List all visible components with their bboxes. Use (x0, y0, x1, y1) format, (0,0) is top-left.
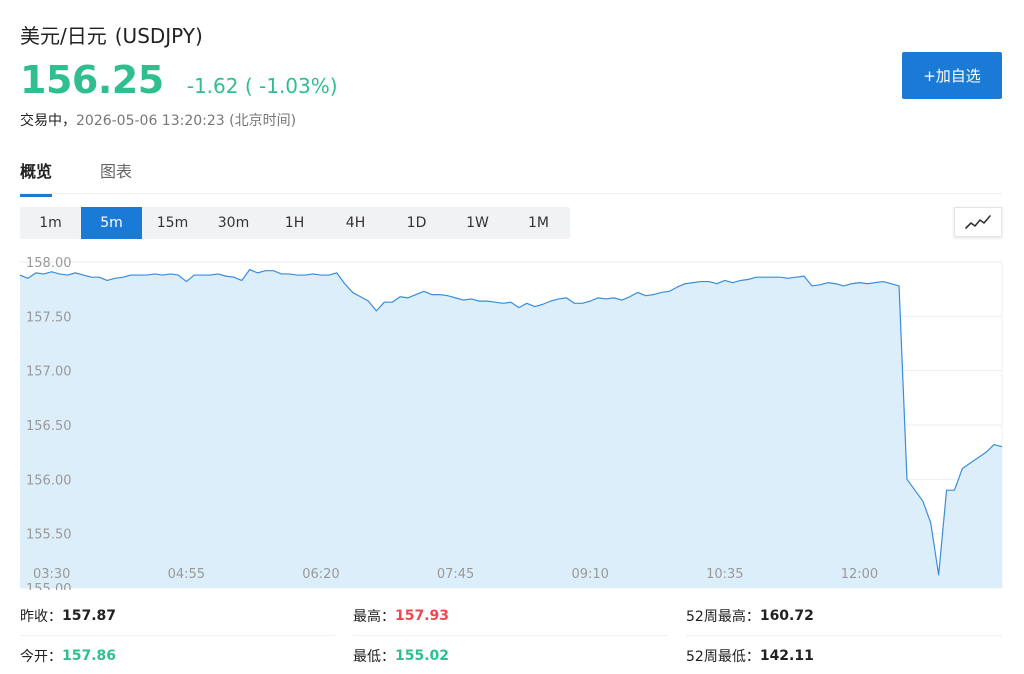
stat-value: 160.72 (759, 607, 814, 624)
line-chart-icon (965, 215, 991, 229)
stats-row: 昨收： 157.87 最高： 157.93 52周最高： 160.72 (20, 596, 1002, 636)
stat-value: 142.11 (759, 648, 814, 664)
x-tick-label: 09:10 (571, 567, 608, 582)
range-button-1w[interactable]: 1W (447, 207, 508, 239)
x-tick-label: 12:00 (841, 567, 878, 582)
x-tick-label: 13:2 (1002, 567, 1024, 582)
range-button-1m[interactable]: 1M (508, 207, 569, 239)
trading-status: 交易中，2026-05-06 13:20:23 (北京时间) (20, 110, 296, 130)
range-button-30m[interactable]: 30m (203, 207, 264, 239)
stat-value: 157.86 (62, 648, 117, 664)
range-button-1m[interactable]: 1m (20, 207, 81, 239)
time-range-selector: 1m 5m 15m 30m 1H 4H 1D 1W 1M (20, 207, 570, 239)
x-tick-label: 06:20 (302, 567, 339, 582)
stat-item: 最低： 155.02 (353, 636, 668, 674)
tab-chart[interactable]: 图表 (100, 158, 132, 194)
stat-label: 52周最高： (686, 608, 760, 625)
instrument-symbol: (USDJPY) (114, 24, 203, 48)
y-tick-label: 158.00 (26, 256, 72, 271)
stat-label: 昨收： (20, 608, 62, 625)
range-button-5m[interactable]: 5m (81, 207, 142, 239)
y-tick-label: 155.00 (26, 582, 72, 590)
status-timestamp: 2026-05-06 13:20:23 (北京时间) (76, 113, 297, 129)
range-button-1d[interactable]: 1D (386, 207, 447, 239)
stat-label: 52周最低： (686, 649, 760, 665)
stat-value: 157.93 (395, 607, 450, 624)
x-tick-label: 03:30 (33, 567, 70, 582)
y-tick-label: 157.50 (26, 310, 72, 325)
instrument-title: 美元/日元 (USDJPY) (20, 20, 203, 49)
x-tick-label: 04:55 (168, 567, 205, 582)
stats-panel: 昨收： 157.87 最高： 157.93 52周最高： 160.72 今开： 157.86 最… (20, 596, 1002, 674)
stat-item: 今开： 157.86 (20, 636, 335, 674)
status-label: 交易中， (20, 113, 76, 129)
stat-value: 155.02 (395, 648, 450, 664)
stat-value: 157.87 (62, 607, 117, 624)
range-button-4h[interactable]: 4H (325, 207, 386, 239)
y-tick-label: 156.50 (26, 419, 72, 434)
stat-item: 最高： 157.93 (353, 596, 668, 636)
stat-item: 52周最低： 142.11 (686, 636, 1002, 674)
current-price: 156.25 (20, 58, 164, 102)
x-tick-label: 07:45 (437, 567, 474, 582)
y-tick-label: 156.00 (26, 473, 72, 488)
stat-item: 昨收： 157.87 (20, 596, 335, 636)
price-chart[interactable]: 158.00 157.50 157.00 156.50 156.00 155.50 155.… (0, 250, 1024, 590)
tab-bar: 概览 图表 (20, 150, 1002, 197)
chart-type-button[interactable] (954, 207, 1002, 237)
range-button-15m[interactable]: 15m (142, 207, 203, 239)
stat-item: 52周最高： 160.72 (686, 596, 1002, 636)
y-tick-label: 155.50 (26, 528, 72, 543)
stat-label: 今开： (20, 649, 62, 665)
stats-row: 今开： 157.86 最低： 155.02 52周最低： 142.11 (20, 636, 1002, 674)
tab-overview[interactable]: 概览 (20, 158, 53, 197)
instrument-name: 美元/日元 (20, 24, 107, 48)
y-tick-label: 157.00 (26, 365, 72, 380)
add-to-watchlist-button[interactable]: +加自选 (902, 52, 1002, 99)
stat-label: 最低： (353, 649, 395, 665)
stat-label: 最高： (353, 608, 395, 625)
x-tick-label: 10:35 (706, 567, 743, 582)
price-change: -1.62 ( -1.03%) (186, 74, 338, 98)
range-button-1h[interactable]: 1H (264, 207, 325, 239)
price-row: 156.25 -1.62 ( -1.03%) (20, 58, 338, 102)
price-area (20, 269, 1002, 588)
